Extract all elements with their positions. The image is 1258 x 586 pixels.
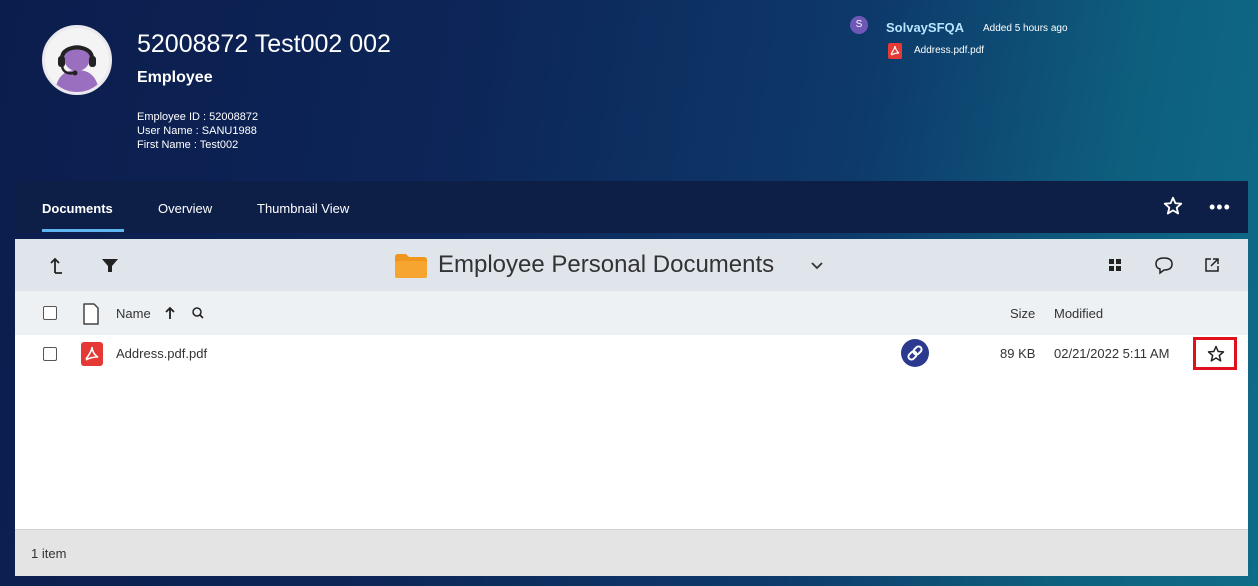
tab-documents[interactable]: Documents — [42, 201, 113, 216]
modified-column-header[interactable]: Modified — [1054, 306, 1103, 321]
item-count: 1 item — [31, 546, 67, 561]
activity-note: Added 5 hours ago — [983, 23, 1068, 34]
page-subtitle: Employee — [137, 69, 213, 86]
pdf-icon — [888, 43, 902, 59]
activity-file-link[interactable]: Address.pdf.pdf — [914, 45, 984, 56]
employee-meta: Employee ID : 52008872 User Name : SANU1… — [137, 110, 258, 152]
tab-thumbnail-view[interactable]: Thumbnail View — [257, 201, 349, 216]
status-footer: 1 item — [15, 529, 1248, 576]
favorite-button[interactable] — [1193, 337, 1237, 370]
headset-avatar-icon — [42, 25, 112, 95]
workspace-header: 52008872 Test002 002 Employee Employee I… — [0, 0, 1258, 180]
pdf-icon — [81, 342, 103, 366]
file-modified: 02/21/2022 5:11 AM — [1054, 346, 1170, 361]
link-icon[interactable] — [901, 339, 929, 367]
more-icon[interactable]: ••• — [1209, 197, 1231, 218]
grid-view-icon[interactable] — [1102, 252, 1128, 278]
file-icon — [81, 303, 101, 330]
name-column-header[interactable]: Name — [116, 306, 151, 321]
star-icon — [1206, 344, 1226, 369]
documents-panel: Employee Personal Documents Name Size Mo… — [15, 239, 1248, 576]
tab-bar: Documents Overview Thumbnail View ••• — [15, 181, 1248, 233]
chevron-down-icon[interactable] — [810, 259, 824, 273]
table-row[interactable]: Address.pdf.pdf 89 KB 02/21/2022 5:11 AM — [15, 335, 1248, 373]
user-name: User Name : SANU1988 — [137, 125, 257, 137]
page-title: 52008872 Test002 002 — [137, 30, 391, 58]
employee-id: Employee ID : 52008872 — [137, 111, 259, 123]
row-checkbox[interactable] — [43, 347, 57, 361]
active-tab-indicator — [42, 229, 124, 232]
folder-name: Employee Personal Documents — [438, 251, 775, 278]
folder-icon — [395, 254, 427, 278]
sort-asc-icon[interactable] — [163, 305, 177, 326]
up-arrow-icon[interactable] — [45, 252, 71, 278]
file-name-link[interactable]: Address.pdf.pdf — [116, 346, 207, 361]
activity-user-link[interactable]: SolvaySFQA — [886, 20, 964, 35]
star-icon[interactable] — [1162, 195, 1184, 217]
tab-overview[interactable]: Overview — [158, 201, 212, 216]
search-icon[interactable] — [191, 305, 205, 326]
file-size: 89 KB — [1000, 346, 1036, 361]
app-frame: 52008872 Test002 002 Employee Employee I… — [0, 0, 1258, 586]
filter-icon[interactable] — [97, 252, 123, 278]
folder-toolbar: Employee Personal Documents — [15, 239, 1248, 291]
column-header: Name Size Modified — [15, 291, 1248, 335]
activity-avatar: S — [850, 16, 868, 34]
size-column-header[interactable]: Size — [1010, 306, 1035, 321]
comment-icon[interactable] — [1151, 252, 1177, 278]
select-all-checkbox[interactable] — [43, 306, 57, 320]
first-name: First Name : Test002 — [137, 139, 239, 151]
open-external-icon[interactable] — [1199, 252, 1225, 278]
